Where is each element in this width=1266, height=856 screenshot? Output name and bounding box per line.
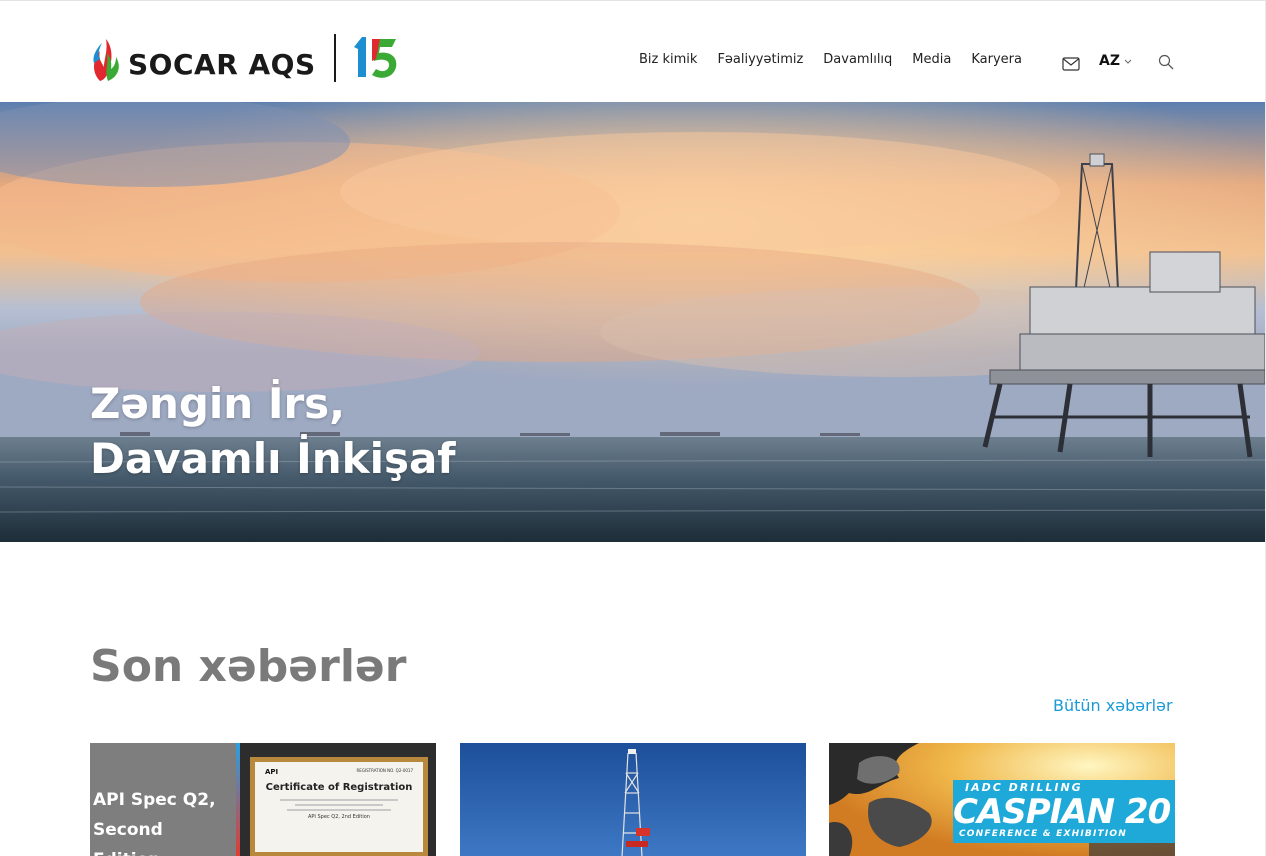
card-caption-line1: API Spec Q2, [93, 790, 216, 810]
nav-item-davamliliq[interactable]: Davamlılıq [823, 52, 892, 67]
nav-item-media[interactable]: Media [912, 52, 951, 67]
chevron-down-icon [1124, 59, 1132, 64]
news-card-drilling-rig[interactable] [460, 743, 806, 856]
socar-aqs-logo[interactable]: SOCAR AQS [90, 32, 400, 84]
caspian-banner-sub: CONFERENCE & EXHIBITION [959, 829, 1128, 839]
drilling-rig-image [460, 743, 806, 856]
socar-flame-icon [93, 39, 119, 81]
logo-divider [333, 34, 336, 82]
certificate-reg-no: REGISTRATION NO. Q2-0017 [356, 768, 413, 773]
mail-icon[interactable] [1062, 57, 1080, 71]
certificate-frame: API REGISTRATION NO. Q2-0017 Certificate… [250, 757, 428, 856]
news-card-caspian-conference[interactable]: IADC DRILLING CASPIAN 20 CONFERENCE & EX… [829, 743, 1175, 856]
all-news-link[interactable]: Bütün xəbərlər [1053, 696, 1173, 715]
certificate-edition: API Spec Q2, 2nd Edition [308, 814, 370, 820]
search-icon[interactable] [1158, 54, 1174, 70]
nav-item-biz-kimik[interactable]: Biz kimik [639, 52, 697, 67]
anniversary-15-icon [353, 37, 396, 78]
site-header: SOCAR AQS Biz kimik Fəaliyyətimiz Davaml… [0, 2, 1265, 102]
caspian-banner-main: CASPIAN 20 [953, 792, 1171, 832]
main-nav: Biz kimik Fəaliyyətimiz Davamlılıq Media… [639, 52, 1042, 67]
language-label: AZ [1099, 53, 1120, 69]
card-caption-panel: API Spec Q2, Second Edition [90, 743, 236, 856]
hero-title-line2: Davamlı İnkişaf [90, 434, 456, 483]
page: SOCAR AQS Biz kimik Fəaliyyətimiz Davaml… [0, 0, 1266, 856]
hero-title-line1: Zəngin İrs, [90, 379, 346, 428]
logo-wordmark: SOCAR AQS [128, 47, 316, 81]
hero-title: Zəngin İrs, Davamlı İnkişaf [90, 376, 456, 486]
nav-item-karyera[interactable]: Karyera [971, 52, 1022, 67]
news-section-title: Son xəbərlər [90, 641, 407, 692]
news-card-api-spec[interactable]: API Spec Q2, Second Edition API REGISTRA… [90, 743, 436, 856]
language-selector[interactable]: AZ [1099, 53, 1132, 69]
certificate-title: Certificate of Registration [265, 782, 413, 793]
hero-banner: Zəngin İrs, Davamlı İnkişaf [0, 102, 1265, 542]
certificate-image: API REGISTRATION NO. Q2-0017 Certificate… [236, 743, 436, 856]
card-caption-line2: Second Edition [93, 820, 163, 856]
nav-item-fealiyyetimiz[interactable]: Fəaliyyətimiz [717, 52, 803, 67]
